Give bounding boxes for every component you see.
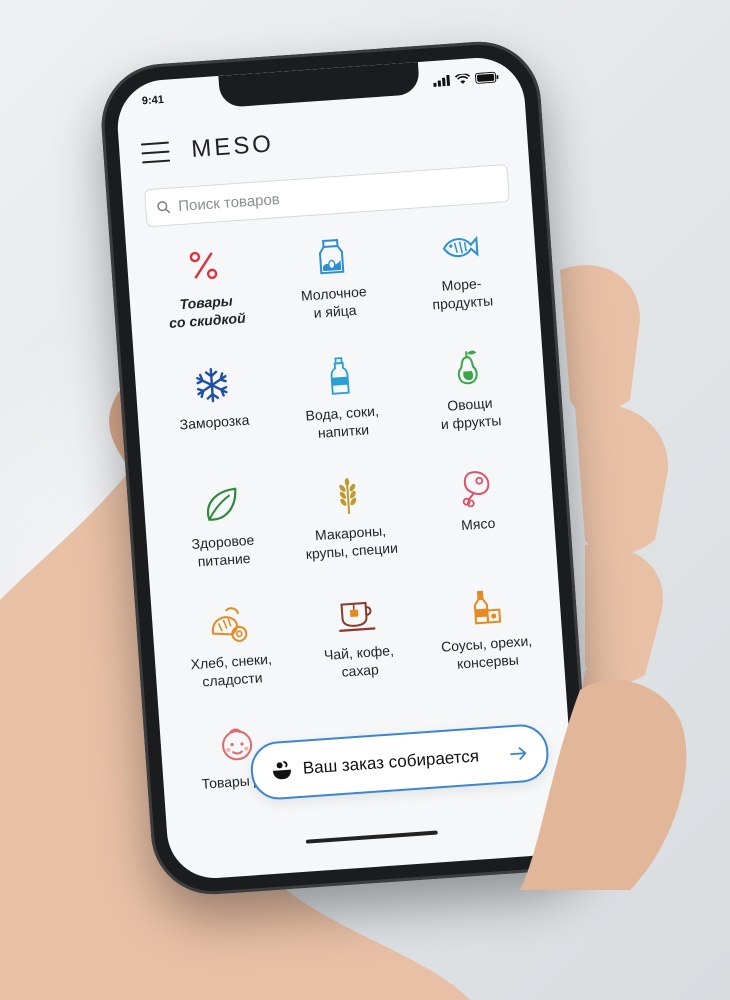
bottle-icon xyxy=(330,357,350,395)
category-drinks[interactable]: Вода, соки, напитки xyxy=(274,352,409,465)
category-label: Макароны, крупы, специи xyxy=(305,522,399,562)
category-label: Товары со скидкой xyxy=(168,292,247,331)
category-label: Чай, кофе, сахар xyxy=(323,642,395,680)
status-time: 9:41 xyxy=(141,93,165,108)
category-frozen[interactable]: Заморозка xyxy=(147,361,282,474)
bread-icon xyxy=(211,607,248,642)
thumb xyxy=(520,680,687,890)
search-bar[interactable] xyxy=(144,164,510,228)
category-pasta-grains[interactable]: Макароны, крупы, специи xyxy=(283,472,418,585)
order-status-text: Ваш заказ собирается xyxy=(302,746,480,778)
category-label: Молочное и яйца xyxy=(300,283,368,321)
category-vegetables-fruits[interactable]: Овощи и фрукты xyxy=(402,343,537,456)
category-label: Вода, соки, напитки xyxy=(305,402,380,441)
milk-carton-icon xyxy=(318,238,345,275)
category-label: Хлеб, снеки, сладости xyxy=(190,650,273,690)
signal-icon xyxy=(433,74,451,87)
category-label: Мясо xyxy=(460,514,496,534)
category-bread-snacks[interactable]: Хлеб, снеки, сладости xyxy=(163,600,298,713)
snowflake-icon xyxy=(196,367,228,403)
category-sale[interactable]: Товары со скидкой xyxy=(138,241,273,354)
bowl-icon xyxy=(272,761,291,780)
category-label: Заморозка xyxy=(179,411,250,433)
category-dairy[interactable]: Молочное и яйца xyxy=(266,232,401,345)
search-input[interactable] xyxy=(175,174,499,216)
battery-icon xyxy=(474,71,499,84)
category-label: Здоровое питание xyxy=(190,531,255,570)
phone-screen: 9:41 MESO Поиск товаров Товары со скидко… xyxy=(114,54,578,882)
fish-icon xyxy=(442,235,479,258)
tea-cup-icon xyxy=(339,601,376,632)
category-label: Овощи и фрукты xyxy=(440,394,502,433)
wifi-icon xyxy=(454,72,470,84)
meat-icon xyxy=(462,471,490,508)
category-healthy[interactable]: Здоровое питание xyxy=(155,480,290,593)
home-indicator xyxy=(305,830,438,844)
leaf-icon xyxy=(207,487,237,521)
category-seafood[interactable]: Море- продукты xyxy=(394,223,529,336)
search-icon xyxy=(157,201,171,214)
category-tea-coffee[interactable]: Чай, кофе, сахар xyxy=(291,591,426,704)
hamburger-menu-button[interactable] xyxy=(140,141,171,164)
percent-icon xyxy=(189,251,218,280)
status-icons xyxy=(433,71,500,87)
jar-icon xyxy=(473,590,502,625)
wheat-icon xyxy=(339,477,357,514)
category-label: Море- продукты xyxy=(431,275,494,313)
app-header: MESO xyxy=(140,108,506,173)
brand-logo: MESO xyxy=(190,130,275,163)
pear-icon xyxy=(457,350,478,385)
